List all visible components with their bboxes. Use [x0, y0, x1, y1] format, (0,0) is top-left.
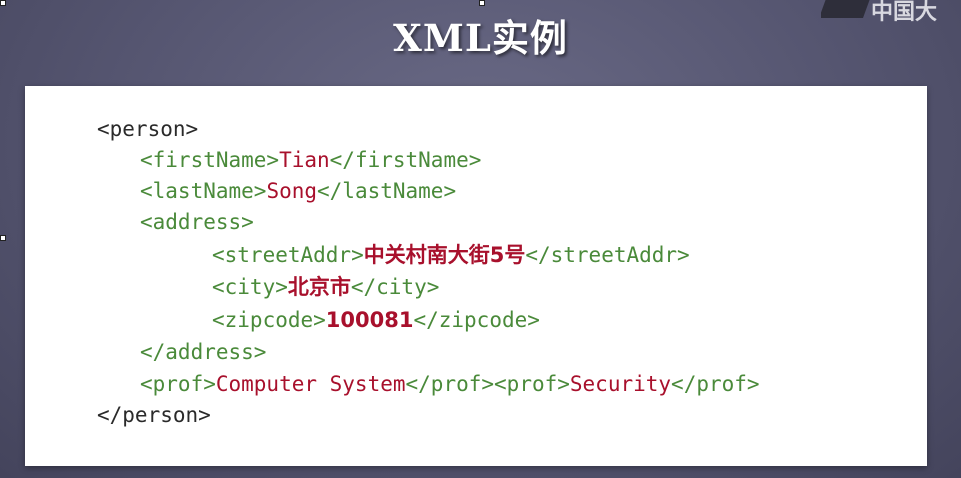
selection-handle-middle-left[interactable] — [0, 235, 6, 241]
xml-value: Security — [569, 372, 672, 396]
xml-line-prof: <prof>Computer System</prof><prof>Securi… — [140, 369, 760, 399]
xml-tag: <zipcode> — [212, 308, 326, 332]
slide: 中国大 XML实例 <person> <firstName>Tian</firs… — [0, 0, 961, 478]
xml-value: 北京市 — [287, 275, 351, 299]
xml-tag: </firstName> — [329, 148, 482, 172]
xml-tag: <city> — [212, 275, 288, 299]
xml-tag: </lastName> — [317, 179, 457, 203]
xml-line-person-close: </person> — [97, 400, 211, 430]
xml-line-address-open: <address> — [140, 207, 254, 237]
xml-line-city: <city>北京市</city> — [212, 272, 439, 302]
xml-code-box: <person> <firstName>Tian</firstName> <la… — [25, 86, 927, 466]
selection-handle-top-center[interactable] — [479, 0, 485, 6]
xml-tag: <prof> — [140, 372, 216, 396]
xml-value: 100081 — [325, 308, 414, 332]
slide-title: XML实例 — [393, 16, 568, 60]
xml-line-firstname: <firstName>Tian</firstName> — [140, 145, 481, 175]
xml-tag: </zipcode> — [413, 308, 540, 332]
xml-value: Tian — [279, 148, 330, 172]
xml-tag: </prof> — [405, 372, 495, 396]
xml-value: Computer System — [215, 372, 406, 396]
xml-value: Song — [266, 179, 318, 203]
xml-tag: <person> — [97, 117, 199, 141]
xml-tag: </prof> — [671, 372, 760, 396]
xml-tag: <streetAddr> — [212, 243, 364, 267]
xml-tag: </city> — [350, 275, 440, 299]
xml-tag: <prof> — [494, 372, 570, 396]
xml-tag: </address> — [140, 340, 267, 364]
xml-tag: </person> — [97, 403, 211, 427]
xml-tag: <address> — [140, 210, 254, 234]
xml-line-person-open: <person> — [97, 114, 198, 144]
xml-line-address-close: </address> — [140, 337, 266, 367]
selection-handle-top-left[interactable] — [0, 0, 6, 6]
xml-tag: </streetAddr> — [525, 243, 690, 267]
xml-value: 中关村南大街5号 — [363, 243, 526, 267]
xml-tag: <lastName> — [140, 179, 267, 203]
xml-line-zipcode: <zipcode>100081</zipcode> — [212, 305, 540, 335]
xml-tag: <firstName> — [140, 148, 280, 172]
xml-line-lastname: <lastName>Song</lastName> — [140, 176, 456, 206]
xml-line-streetaddr: <streetAddr>中关村南大街5号</streetAddr> — [212, 240, 690, 270]
